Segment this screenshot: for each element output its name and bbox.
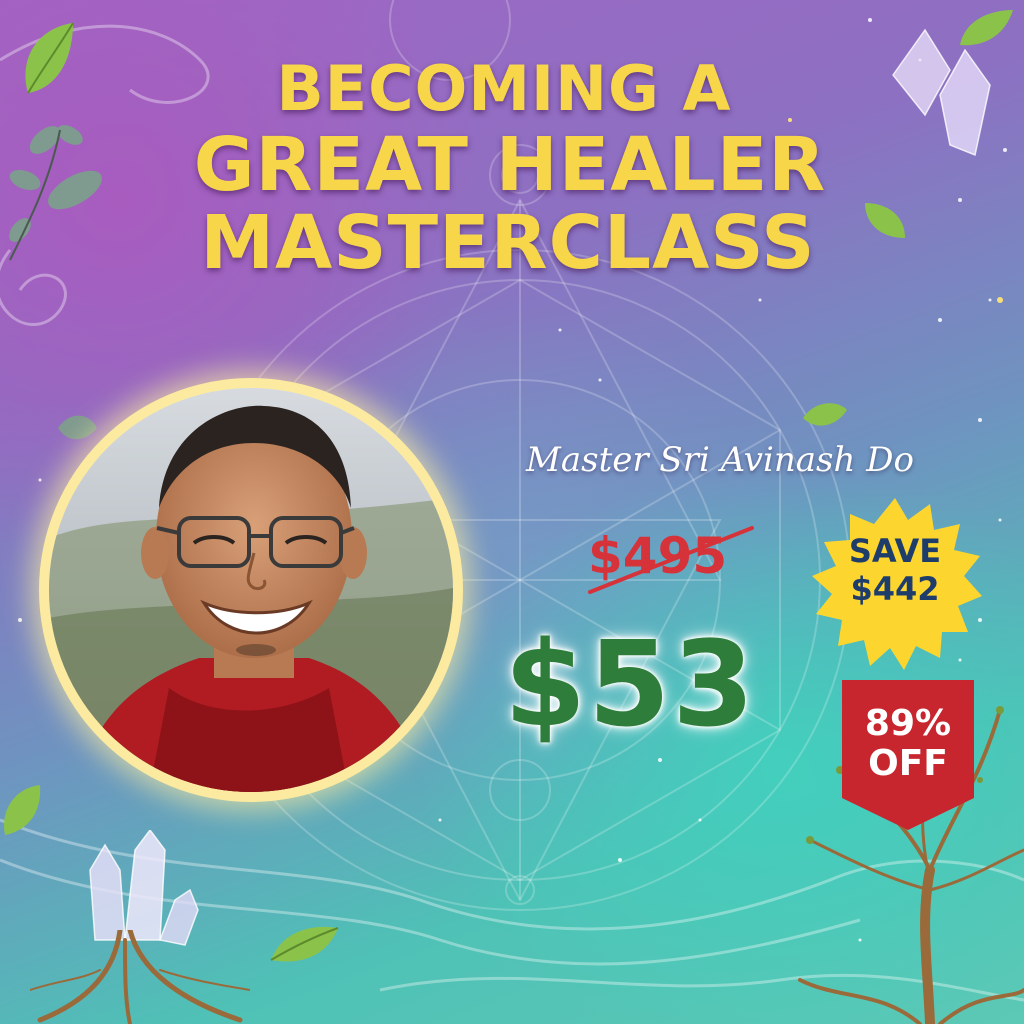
leaf-icon (4, 785, 41, 835)
sale-price: $53 (504, 615, 757, 753)
strikethrough-line (588, 526, 754, 594)
tree-roots-icon (30, 930, 250, 1024)
teacher-name: Master Sri Avinash Do (526, 440, 914, 480)
save-amount: $442 (850, 570, 940, 608)
title-line-2: GREAT HEALER (193, 122, 827, 208)
title-line-3: MASTERCLASS (200, 200, 816, 286)
save-badge-text: SAVE $442 (806, 532, 984, 608)
save-label: SAVE (848, 532, 942, 570)
title-line-1: BECOMING A (276, 52, 732, 125)
discount-off: OFF (868, 743, 948, 784)
leaf-icon (58, 415, 97, 440)
discount-text: 89% OFF (842, 704, 974, 784)
leaf-icon (270, 926, 339, 962)
leaf-icon (803, 403, 847, 426)
teacher-photo (49, 388, 453, 792)
discount-percent: 89% (864, 703, 952, 744)
promo-canvas: BECOMING A GREAT HEALER MASTERCLASS Mast… (0, 0, 1024, 1024)
teacher-portrait (49, 388, 453, 792)
